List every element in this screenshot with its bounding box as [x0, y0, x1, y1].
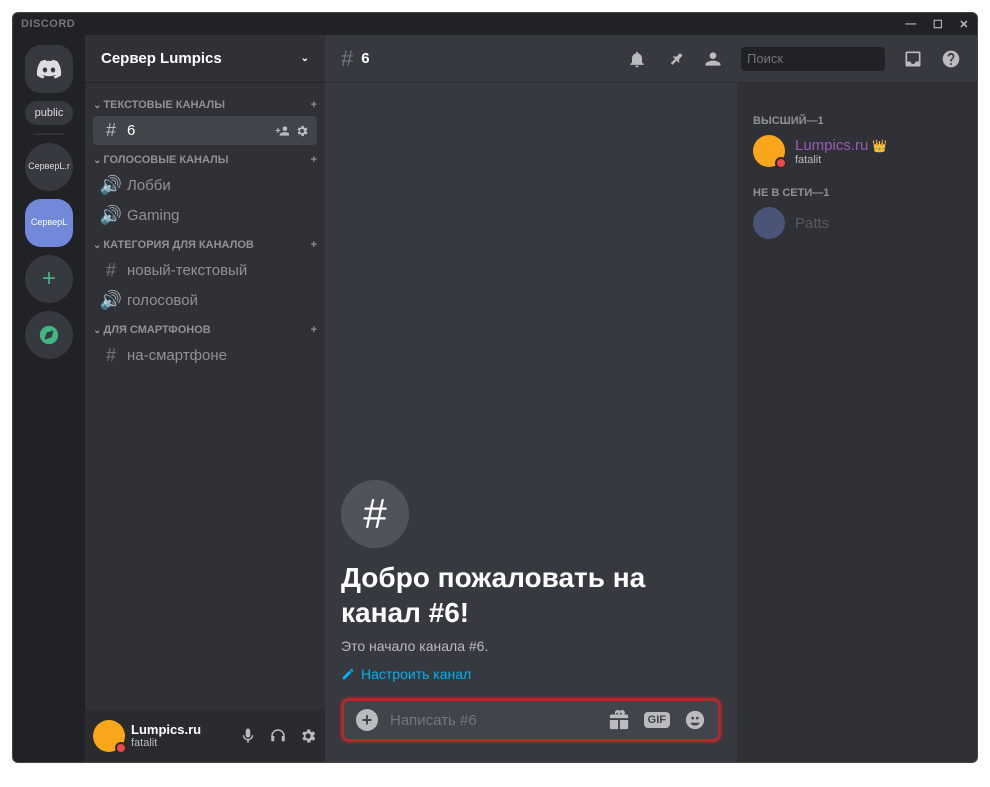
user-avatar[interactable]: [93, 720, 125, 752]
inbox-icon[interactable]: [903, 49, 923, 69]
channel-list: ⌄ ТЕКСТОВЫЕ КАНАЛЫ + # 6 ⌄ ГОЛОСОВЫЕ КАН…: [85, 83, 325, 710]
app-window: DISCORD — ☐ ✕ public СерверL.r СерверL +…: [12, 12, 978, 763]
settings-icon[interactable]: [299, 727, 317, 745]
add-channel-icon[interactable]: +: [311, 324, 317, 336]
channel-title: 6: [361, 50, 369, 67]
close-icon[interactable]: ✕: [959, 18, 969, 31]
chevron-down-icon: ⌄: [301, 53, 309, 64]
app-body: public СерверL.r СерверL + Сервер Lumpic…: [13, 35, 977, 762]
pencil-icon: [341, 667, 355, 681]
chevron-down-icon: ⌄: [93, 240, 101, 251]
channel-header: # 6: [325, 35, 977, 83]
member-patts[interactable]: Patts: [745, 203, 969, 243]
add-server-button[interactable]: +: [25, 255, 73, 303]
server-item-2[interactable]: СерверL: [25, 199, 73, 247]
search-input[interactable]: [747, 51, 923, 66]
gift-icon[interactable]: [608, 709, 630, 731]
help-icon[interactable]: [941, 49, 961, 69]
welcome-subtitle: Это начало канала #6.: [341, 638, 721, 654]
home-button[interactable]: [25, 45, 73, 93]
message-input[interactable]: [390, 712, 596, 729]
channel-sidebar: Сервер Lumpics ⌄ ⌄ ТЕКСТОВЫЕ КАНАЛЫ + # …: [85, 35, 325, 762]
server-separator: [33, 133, 65, 135]
speaker-icon: 🔊: [101, 175, 121, 196]
hash-icon: #: [101, 345, 121, 366]
channel-gaming[interactable]: 🔊Gaming: [93, 201, 317, 230]
category-voice[interactable]: ⌄ ГОЛОСОВЫЕ КАНАЛЫ +: [85, 146, 325, 170]
add-channel-icon[interactable]: +: [311, 239, 317, 251]
public-folder[interactable]: public: [25, 101, 73, 125]
compass-icon: [38, 324, 60, 346]
avatar: [753, 207, 785, 239]
edit-channel-link[interactable]: Настроить канал: [341, 666, 721, 682]
member-group-offline: НЕ В СЕТИ—1: [745, 171, 969, 203]
content-row: # Добро пожаловать наканал #6! Это начал…: [325, 83, 977, 762]
titlebar: DISCORD — ☐ ✕: [13, 13, 977, 35]
server-rail: public СерверL.r СерверL +: [13, 35, 85, 762]
mute-icon[interactable]: [239, 727, 257, 745]
message-scroll[interactable]: # Добро пожаловать наканал #6! Это начал…: [325, 83, 737, 698]
server-item-1[interactable]: СерверL.r: [25, 143, 73, 191]
gear-icon[interactable]: [295, 124, 309, 138]
channel-voice-custom[interactable]: 🔊голосовой: [93, 286, 317, 315]
status-dnd-icon: [115, 742, 127, 754]
discord-logo-icon: [36, 56, 62, 82]
category-text[interactable]: ⌄ ТЕКСТОВЫЕ КАНАЛЫ +: [85, 91, 325, 115]
avatar: [753, 135, 785, 167]
hash-icon: #: [101, 260, 121, 281]
user-panel: Lumpics.ru fatalit: [85, 710, 325, 762]
add-channel-icon[interactable]: +: [311, 99, 317, 111]
minimize-icon[interactable]: —: [905, 18, 917, 31]
hash-icon: #: [101, 120, 121, 141]
notifications-icon[interactable]: [627, 49, 647, 69]
member-group-top: ВЫСШИЙ—1: [745, 99, 969, 131]
main-area: # 6 #: [325, 35, 977, 762]
chevron-down-icon: ⌄: [93, 100, 101, 111]
category-custom[interactable]: ⌄ КАТЕГОРИЯ ДЛЯ КАНАЛОВ +: [85, 231, 325, 255]
hash-icon: #: [341, 46, 353, 72]
welcome-hash-icon: #: [341, 480, 409, 548]
messages-pane: # Добро пожаловать наканал #6! Это начал…: [325, 83, 737, 762]
channel-lobby[interactable]: 🔊Лобби: [93, 171, 317, 200]
welcome-title: Добро пожаловать наканал #6!: [341, 560, 721, 630]
crown-icon: 👑: [872, 139, 887, 153]
search-box[interactable]: [741, 47, 885, 71]
channel-6[interactable]: # 6: [93, 116, 317, 145]
channel-new-text[interactable]: #новый-текстовый: [93, 256, 317, 285]
server-header[interactable]: Сервер Lumpics ⌄: [85, 35, 325, 83]
channel-smartphone[interactable]: #на-смартфоне: [93, 341, 317, 370]
members-pane: ВЫСШИЙ—1 Lumpics.ru👑 fatalit НЕ В СЕТИ—1…: [737, 83, 977, 762]
deafen-icon[interactable]: [269, 727, 287, 745]
brand-label: DISCORD: [21, 18, 75, 30]
members-icon[interactable]: [703, 49, 723, 69]
chevron-down-icon: ⌄: [93, 155, 101, 166]
speaker-icon: 🔊: [101, 205, 121, 226]
user-info[interactable]: Lumpics.ru fatalit: [131, 723, 201, 749]
attach-button[interactable]: +: [356, 709, 378, 731]
add-channel-icon[interactable]: +: [311, 154, 317, 166]
speaker-icon: 🔊: [101, 290, 121, 311]
status-dnd-icon: [775, 157, 787, 169]
message-composer[interactable]: + GIF: [341, 698, 721, 742]
emoji-icon[interactable]: [684, 709, 706, 731]
invite-icon[interactable]: [275, 124, 289, 138]
explore-servers-button[interactable]: [25, 311, 73, 359]
gif-button[interactable]: GIF: [644, 712, 670, 728]
category-smartphones[interactable]: ⌄ ДЛЯ СМАРТФОНОВ +: [85, 316, 325, 340]
chevron-down-icon: ⌄: [93, 325, 101, 336]
composer-wrap: + GIF: [325, 698, 737, 762]
member-lumpics[interactable]: Lumpics.ru👑 fatalit: [745, 131, 969, 171]
maximize-icon[interactable]: ☐: [933, 18, 943, 31]
server-name: Сервер Lumpics: [101, 50, 222, 67]
pinned-icon[interactable]: [665, 49, 685, 69]
window-controls: — ☐ ✕: [905, 18, 969, 31]
